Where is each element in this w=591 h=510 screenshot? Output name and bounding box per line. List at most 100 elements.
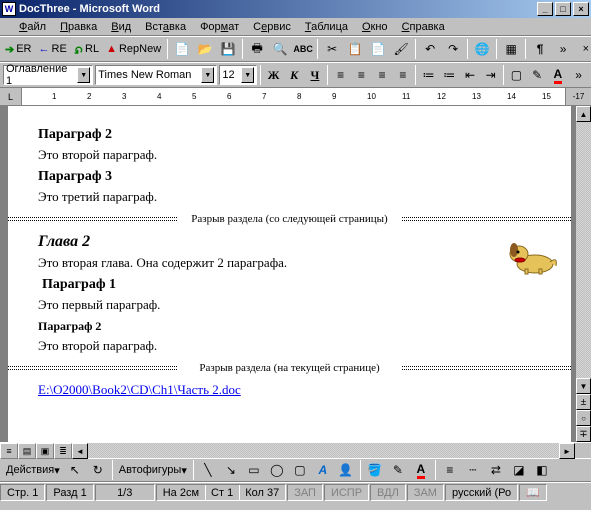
status-ovr[interactable]: ЗАМ: [407, 484, 444, 501]
align-center-icon[interactable]: ≡: [351, 64, 372, 86]
font-combo[interactable]: Times New Roman▼: [95, 65, 217, 85]
cut-icon[interactable]: ✂: [321, 38, 343, 60]
format-painter-icon[interactable]: 🖌: [390, 38, 412, 60]
menu-file[interactable]: Файл: [12, 20, 53, 34]
nav-er[interactable]: ➔ER: [2, 39, 35, 59]
scroll-down-icon[interactable]: ▼: [576, 378, 591, 394]
menu-bar: Файл Правка Вид Вставка Формат Сервис Та…: [0, 18, 591, 36]
copy-icon[interactable]: 📋: [344, 38, 366, 60]
menu-window[interactable]: Окно: [355, 20, 395, 34]
outline-view-icon[interactable]: ≣: [54, 443, 72, 459]
status-rec[interactable]: ЗАП: [287, 484, 323, 501]
horizontal-scrollbar[interactable]: ◄ ►: [72, 443, 575, 458]
underline-icon[interactable]: Ч: [305, 64, 326, 86]
print-icon[interactable]: 🖶: [246, 38, 268, 60]
open-icon[interactable]: 📂: [194, 38, 216, 60]
wordart-icon[interactable]: A: [312, 459, 334, 481]
align-justify-icon[interactable]: ≡: [392, 64, 413, 86]
preview-icon[interactable]: 🔍: [269, 38, 291, 60]
prev-page-icon[interactable]: ±: [576, 394, 591, 410]
scroll-up-icon[interactable]: ▲: [576, 106, 591, 122]
bulleted-list-icon[interactable]: ≔: [439, 64, 460, 86]
menu-table[interactable]: Таблица: [298, 20, 355, 34]
paste-icon[interactable]: 📄: [367, 38, 389, 60]
align-left-icon[interactable]: ≡: [330, 64, 351, 86]
vertical-scrollbar[interactable]: ▲ ▼ ± ○ ∓: [575, 106, 591, 442]
more-icon[interactable]: »: [552, 38, 574, 60]
select-objects-icon[interactable]: ↖: [64, 459, 86, 481]
line-icon[interactable]: ╲: [197, 459, 219, 481]
align-right-icon[interactable]: ≡: [372, 64, 393, 86]
hyperlink-icon[interactable]: 🌐: [471, 38, 493, 60]
tables-icon[interactable]: ▦: [500, 38, 522, 60]
scroll-left-icon[interactable]: ◄: [72, 443, 88, 459]
scroll-track[interactable]: [576, 122, 591, 378]
line-style-icon[interactable]: ≡: [439, 459, 461, 481]
title-bar: W DocThree - Microsoft Word _ □ ×: [0, 0, 591, 18]
status-ext[interactable]: ВДЛ: [370, 484, 406, 501]
numbered-list-icon[interactable]: ≔: [418, 64, 439, 86]
hscroll-track[interactable]: [88, 443, 559, 458]
menu-edit[interactable]: Правка: [53, 20, 104, 34]
size-combo[interactable]: 12▼: [219, 65, 257, 85]
weblayout-view-icon[interactable]: ▤: [18, 443, 36, 459]
fill-color-icon[interactable]: 🪣: [364, 459, 386, 481]
print-view-icon[interactable]: ▣: [36, 443, 54, 459]
draw-autoshapes[interactable]: Автофигуры ▾: [116, 460, 190, 480]
save-icon[interactable]: 💾: [217, 38, 239, 60]
page[interactable]: Параграф 2 Это второй параграф. Параграф…: [8, 106, 571, 442]
shadow-icon[interactable]: ◪: [508, 459, 530, 481]
borders-icon[interactable]: ▢: [506, 64, 527, 86]
menu-insert[interactable]: Вставка: [138, 20, 193, 34]
draw-actions[interactable]: Действия ▾: [3, 460, 63, 480]
hyperlink-part2[interactable]: E:\O2000\Book2\CD\Ch1\Часть 2.doc: [38, 382, 241, 397]
minimize-button[interactable]: _: [537, 2, 553, 16]
ruler-scale[interactable]: 123456789101112131415: [22, 88, 565, 105]
clipart-icon[interactable]: 👤: [335, 459, 357, 481]
status-trk[interactable]: ИСПР: [324, 484, 369, 501]
font-color2-icon[interactable]: A: [410, 459, 432, 481]
next-page-icon[interactable]: ∓: [576, 426, 591, 442]
status-lang[interactable]: русский (Ро: [445, 484, 518, 501]
show-marks-icon[interactable]: ¶: [529, 38, 551, 60]
arrow-icon[interactable]: ↘: [220, 459, 242, 481]
redo-icon[interactable]: ↷: [442, 38, 464, 60]
doc-close-button[interactable]: ×: [583, 43, 589, 55]
heading-para3: Параграф 3: [38, 169, 547, 185]
italic-icon[interactable]: К: [284, 64, 305, 86]
decrease-indent-icon[interactable]: ⇤: [460, 64, 481, 86]
maximize-button[interactable]: □: [555, 2, 571, 16]
highlight-icon[interactable]: ✎: [527, 64, 548, 86]
arrow-style-icon[interactable]: ⇄: [485, 459, 507, 481]
menu-help[interactable]: Справка: [395, 20, 452, 34]
nav-re[interactable]: ←RE: [36, 39, 70, 59]
rectangle-icon[interactable]: ▭: [243, 459, 265, 481]
undo-icon[interactable]: ↶: [419, 38, 441, 60]
dash-style-icon[interactable]: ┄: [462, 459, 484, 481]
nav-repnew[interactable]: ▲RepNew: [103, 39, 164, 59]
scroll-right-icon[interactable]: ►: [559, 443, 575, 459]
increase-indent-icon[interactable]: ⇥: [480, 64, 501, 86]
line-color-icon[interactable]: ✎: [387, 459, 409, 481]
textbox-icon[interactable]: ▢: [289, 459, 311, 481]
new-icon[interactable]: 📄: [171, 38, 193, 60]
menu-tools[interactable]: Сервис: [246, 20, 298, 34]
normal-view-icon[interactable]: ≡: [0, 443, 18, 459]
font-color-icon[interactable]: A: [548, 64, 569, 86]
close-button[interactable]: ×: [573, 2, 589, 16]
spell-icon[interactable]: ABC: [292, 38, 314, 60]
menu-format[interactable]: Формат: [193, 20, 246, 34]
status-book-icon[interactable]: 📖: [519, 484, 547, 501]
rotate-icon[interactable]: ↻: [87, 459, 109, 481]
window-title: DocThree - Microsoft Word: [19, 3, 535, 15]
menu-view[interactable]: Вид: [104, 20, 138, 34]
browse-object-icon[interactable]: ○: [576, 410, 591, 426]
ruler[interactable]: L 123456789101112131415 -17: [0, 88, 591, 106]
style-combo[interactable]: Оглавление 1▼: [3, 65, 93, 85]
oval-icon[interactable]: ◯: [266, 459, 288, 481]
assistant-dog-icon[interactable]: [505, 234, 561, 276]
3d-icon[interactable]: ◧: [531, 459, 553, 481]
nav-rl[interactable]: ↺RL: [71, 39, 102, 59]
bold-icon[interactable]: Ж: [263, 64, 284, 86]
more2-icon[interactable]: »: [568, 64, 589, 86]
